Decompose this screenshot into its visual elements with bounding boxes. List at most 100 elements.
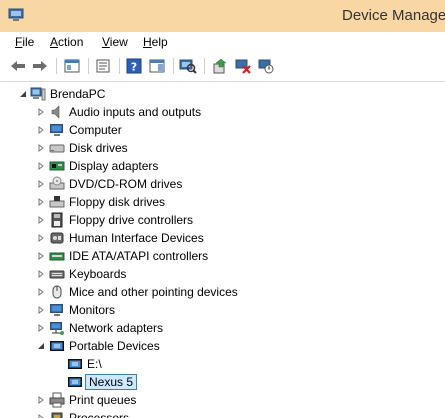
properties-icon <box>96 59 110 73</box>
tree-item[interactable]: Display adapters <box>0 157 445 175</box>
show-hide-console-tree-button[interactable] <box>62 57 82 75</box>
uninstall-icon <box>235 59 251 74</box>
tree-root[interactable]: BrendaPC <box>0 85 445 103</box>
expand-arrow-icon[interactable] <box>36 143 46 153</box>
toolbar-separator <box>88 58 89 74</box>
expand-arrow-icon[interactable] <box>36 161 46 171</box>
toolbar-separator <box>56 58 57 74</box>
disable-device-button[interactable] <box>256 57 276 75</box>
toolbar-separator <box>119 58 120 74</box>
tree-item-label: Disk drives <box>69 141 128 155</box>
expand-arrow-icon[interactable] <box>36 125 46 135</box>
tree-item[interactable]: Print queues <box>0 391 445 409</box>
tree-item[interactable]: Monitors <box>0 301 445 319</box>
tree-item[interactable]: Floppy disk drives <box>0 193 445 211</box>
menu-file[interactable]: File <box>15 35 34 49</box>
tree-item[interactable]: DVD/CD-ROM drives <box>0 175 445 193</box>
tree-item-label: Keyboards <box>69 267 127 281</box>
tree-item-label: Human Interface Devices <box>69 231 204 245</box>
forward-arrow-icon <box>33 61 47 71</box>
tree-item-label: Floppy drive controllers <box>69 213 194 227</box>
forward-button[interactable] <box>30 57 50 75</box>
printer-icon <box>49 392 65 408</box>
network-adapter-icon <box>50 322 64 335</box>
tree-item-label: Mice and other pointing devices <box>69 285 238 299</box>
help-icon: ? <box>126 58 142 74</box>
uninstall-button[interactable] <box>233 57 253 75</box>
expand-arrow-icon[interactable] <box>36 395 46 405</box>
ide-controller-icon <box>49 252 65 261</box>
tree-item[interactable]: Human Interface Devices <box>0 229 445 247</box>
menu-help[interactable]: Help <box>143 35 168 49</box>
window-title: Device Manage <box>342 7 445 24</box>
tree-item-label: Network adapters <box>69 321 164 335</box>
tree-item-label: Audio inputs and outputs <box>69 105 202 119</box>
update-driver-button[interactable] <box>210 57 230 75</box>
tree-item[interactable]: Keyboards <box>0 265 445 283</box>
toolbar: ? <box>0 52 445 82</box>
computer-icon <box>30 87 46 101</box>
display-adapter-icon <box>49 161 65 171</box>
expand-arrow-icon[interactable] <box>36 215 46 225</box>
disable-device-icon <box>258 59 274 74</box>
device-manager-app-icon <box>8 8 24 21</box>
portable-device-icon <box>68 377 82 387</box>
expand-arrow-icon[interactable] <box>36 305 46 315</box>
toolbar-separator <box>173 58 174 74</box>
tree-item-label: IDE ATA/ATAPI controllers <box>69 249 209 263</box>
tree-item[interactable]: Computer <box>0 121 445 139</box>
tree-item[interactable]: Mice and other pointing devices <box>0 283 445 301</box>
tree-root-label: BrendaPC <box>50 87 106 101</box>
toolbar-separator <box>204 58 205 74</box>
portable-device-icon <box>50 341 64 351</box>
expand-arrow-icon[interactable] <box>36 233 46 243</box>
tree-item[interactable]: Portable Devices <box>0 337 445 355</box>
back-button[interactable] <box>8 57 28 75</box>
expand-arrow-icon[interactable] <box>36 179 46 189</box>
tree-item-label: Monitors <box>69 303 116 317</box>
tree-child-item[interactable]: Nexus 5 <box>0 373 445 391</box>
expand-arrow-icon[interactable] <box>36 197 46 207</box>
tree-item[interactable]: IDE ATA/ATAPI controllers <box>0 247 445 265</box>
computer-icon <box>50 124 63 136</box>
speaker-icon <box>51 105 60 119</box>
tree-item-label: Computer <box>69 123 122 137</box>
processor-icon <box>51 412 63 418</box>
tree-item-label: Floppy disk drives <box>69 195 166 209</box>
monitor-icon <box>50 304 63 316</box>
update-driver-icon <box>213 58 227 74</box>
tree-item[interactable]: Network adapters <box>0 319 445 337</box>
hid-icon <box>50 232 64 244</box>
menu-bar: File Action View Help <box>0 32 445 52</box>
expand-arrow-icon[interactable] <box>36 269 46 279</box>
help-button[interactable]: ? <box>124 57 144 75</box>
tree-item-label: Portable Devices <box>69 339 160 353</box>
title-bar: Device Manage <box>0 0 445 33</box>
action-pane-button[interactable] <box>147 57 167 75</box>
show-hide-console-tree-icon <box>64 59 80 73</box>
mouse-icon <box>52 285 62 299</box>
tree-item-label: Print queues <box>69 393 137 407</box>
collapse-arrow-icon[interactable] <box>36 341 46 351</box>
properties-button[interactable] <box>93 57 113 75</box>
menu-view[interactable]: View <box>102 35 128 49</box>
disk-drive-icon <box>49 144 65 153</box>
expand-arrow-icon[interactable] <box>36 323 46 333</box>
tree-child-label: Nexus 5 <box>85 374 138 390</box>
tree-item-label: Processors <box>69 411 130 418</box>
tree-child-label: E:\ <box>87 357 102 371</box>
expand-arrow-icon[interactable] <box>36 287 46 297</box>
expand-arrow-icon[interactable] <box>36 107 46 117</box>
collapse-arrow-icon[interactable] <box>18 89 28 99</box>
tree-item[interactable]: Floppy drive controllers <box>0 211 445 229</box>
svg-text:?: ? <box>131 61 137 74</box>
menu-action[interactable]: Action <box>50 35 83 49</box>
tree-item[interactable]: Processors <box>0 409 445 418</box>
tree-item[interactable]: Disk drives <box>0 139 445 157</box>
expand-arrow-icon[interactable] <box>36 251 46 261</box>
tree-item[interactable]: Audio inputs and outputs <box>0 103 445 121</box>
scan-hardware-button[interactable] <box>178 57 198 75</box>
tree-child-item[interactable]: E:\ <box>0 355 445 373</box>
expand-arrow-icon[interactable] <box>36 413 46 418</box>
keyboard-icon <box>49 270 65 279</box>
